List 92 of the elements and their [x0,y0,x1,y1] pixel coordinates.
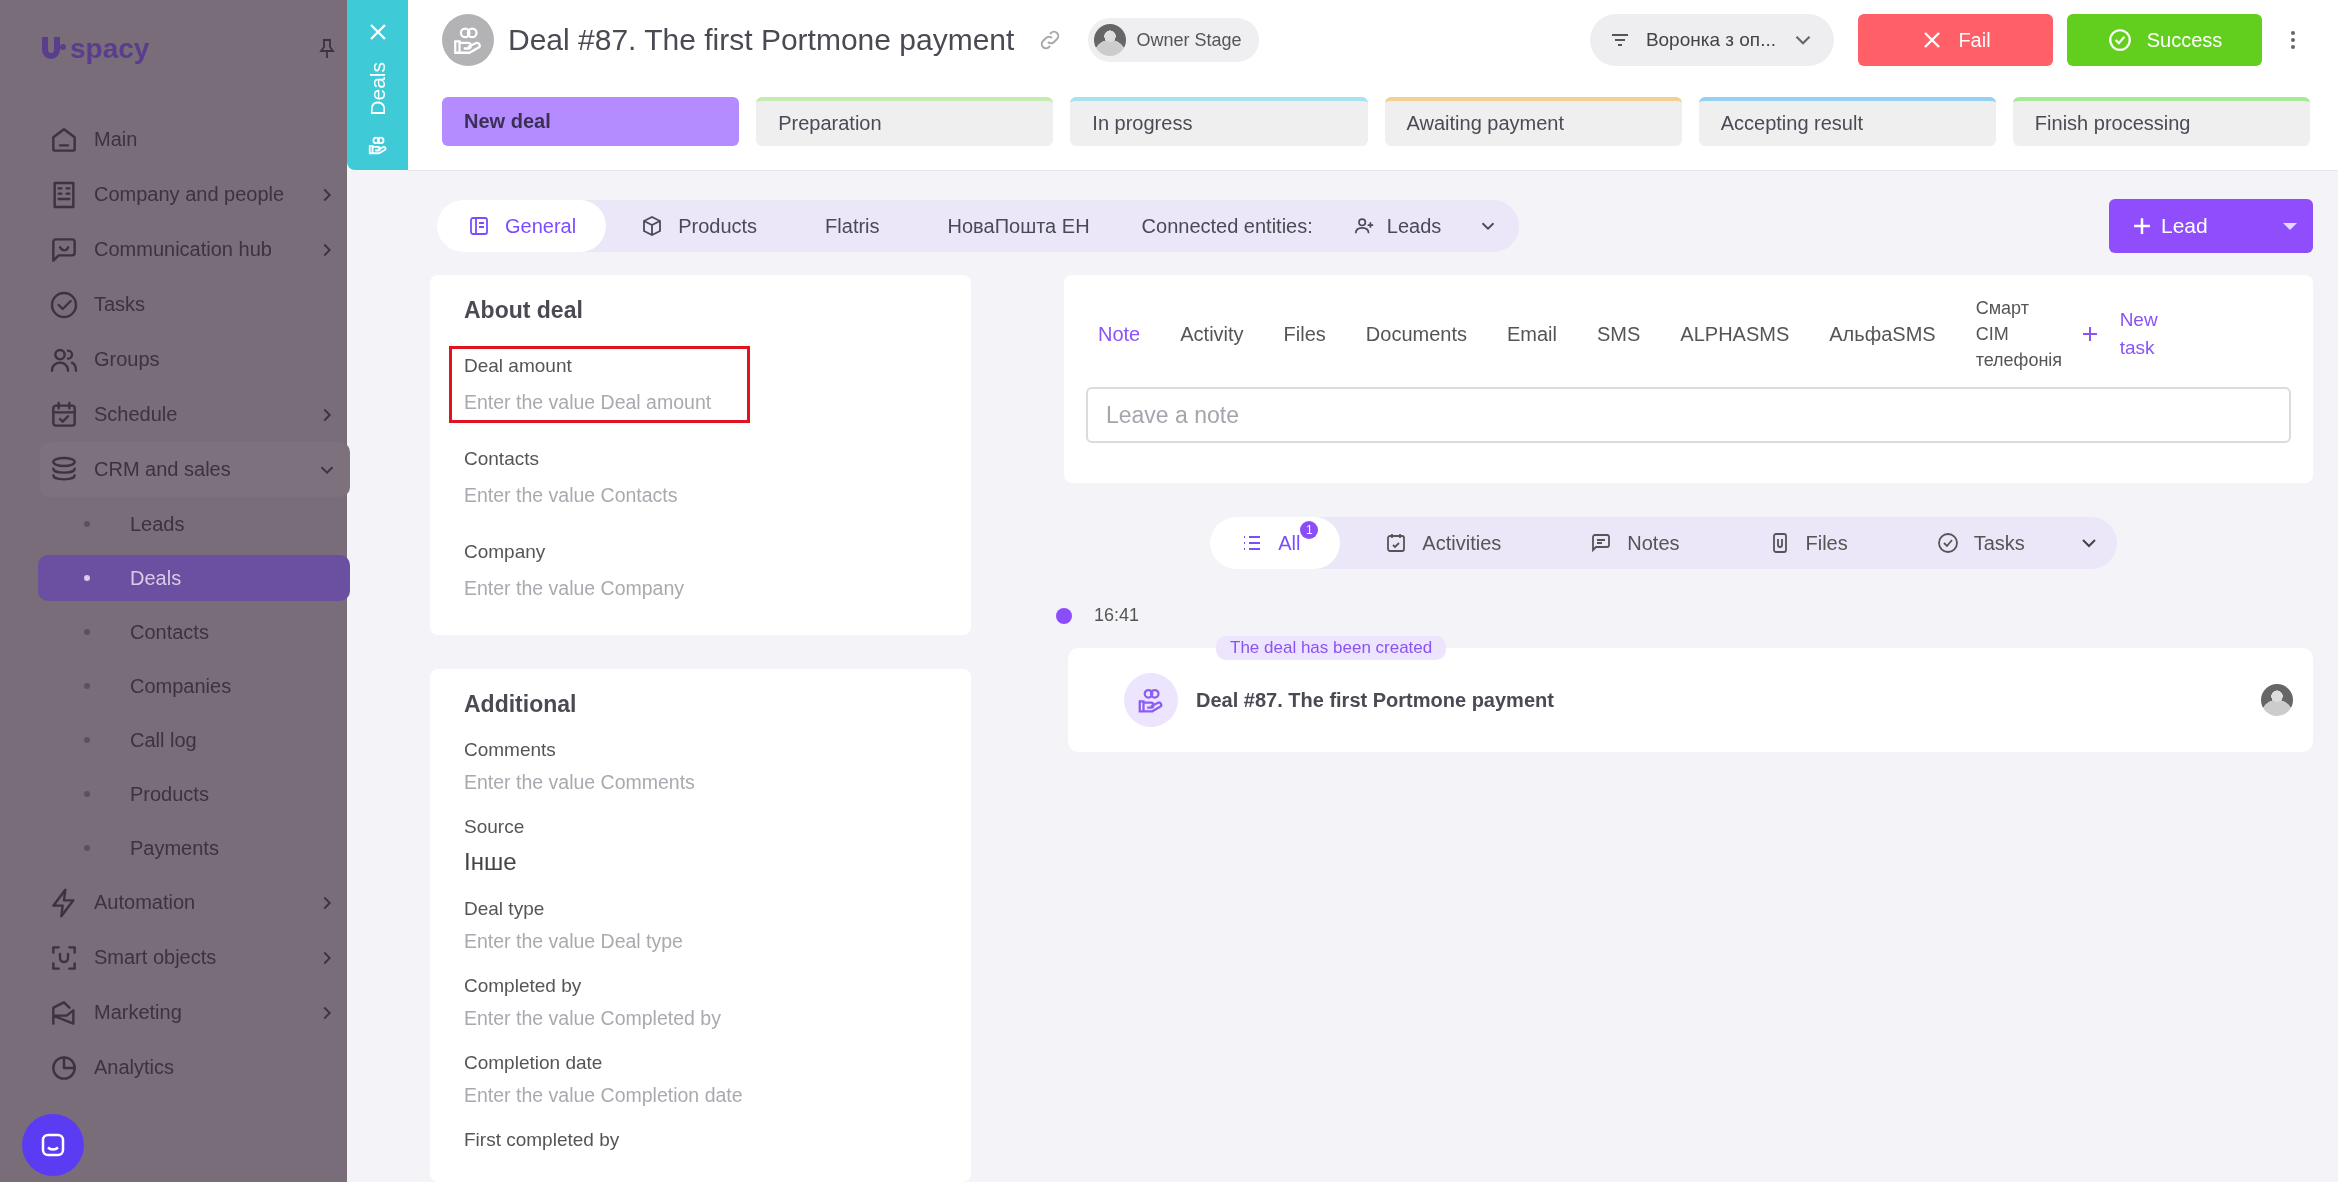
stage-tab[interactable]: Finish processing [2012,97,2311,146]
deal-title: Deal #87. The first Portmone payment [508,23,1015,57]
document-icon [467,214,491,238]
field-label: Company [464,541,547,563]
bullet-icon [84,575,90,581]
field[interactable]: Deal amount Enter the value Deal amount [449,346,751,423]
composer-tab[interactable]: Activity [1180,322,1244,346]
more-icon[interactable] [2290,28,2296,52]
composer-tab[interactable]: Email [1507,322,1557,346]
funnel-dropdown[interactable]: Воронка з оп... [1589,14,1834,66]
hand-coins-icon [1124,673,1178,727]
field-placeholder: Enter the value Contacts [464,484,678,507]
sidebar-item[interactable]: Automation [40,875,350,930]
connected-entities-label: Connected entities: [1141,214,1313,238]
avatar-icon [2261,684,2293,716]
sidebar-item[interactable]: Company and people [40,167,350,222]
sidebar-subitem[interactable]: Leads [38,501,350,547]
composer-tab[interactable]: Смарт CIM телефонія [1975,294,2066,374]
event-time: 16:41 [1094,605,1140,626]
caret-icon [2283,222,2297,230]
hand-coins-icon [366,134,389,156]
composer-tab[interactable]: SMS [1597,322,1641,346]
sidebar-item[interactable]: Main [40,112,350,167]
bullet-icon [84,737,90,743]
composer-tab[interactable]: ALPHASMS [1680,322,1790,346]
section-title: About deal [464,297,584,324]
field-label: Completion date [464,1052,604,1074]
composer-tab[interactable]: АльфаSMS [1829,322,1936,346]
add-lead-button[interactable]: Lead [2109,199,2313,253]
composer-tab[interactable]: Note [1098,322,1141,346]
field-placeholder: Enter the value Deal amount [464,391,712,414]
sidebar-subitem[interactable]: Deals [38,555,350,601]
sidebar-item[interactable]: CRM and sales [40,442,350,497]
tab[interactable]: НоваПошта ЕН [913,200,1124,252]
sidebar-subitem[interactable]: Contacts [38,609,350,655]
count-badge: 1 [1300,521,1319,539]
note-input[interactable]: Leave a note [1086,387,2291,443]
sidebar-subitem[interactable]: Companies [38,663,350,709]
sidebar-item[interactable]: Schedule [40,387,350,442]
sidebar-item[interactable]: Tasks [40,277,350,332]
sidebar-subitem[interactable]: Products [38,771,350,817]
bullet-icon [84,791,90,797]
stage-tab[interactable]: Accepting result [1698,97,1996,146]
event-badge: The deal has been created [1216,636,1447,660]
check-circle-icon [2106,27,2133,53]
stage-tab[interactable]: Preparation [756,97,1054,146]
fail-button[interactable]: Fail [1858,14,2053,66]
field-value[interactable]: Інше [464,848,525,876]
filter-tab[interactable]: Files [1723,517,1892,569]
section-title: Additional [464,691,578,718]
field-label: Deal amount [464,355,573,377]
sidebar-item[interactable]: Analytics [40,1040,350,1095]
sidebar-item[interactable]: Groups [40,332,350,387]
field-label: First completed by [464,1129,620,1151]
sidebar-item[interactable]: Marketing [40,985,350,1040]
filter-tab[interactable]: Notes [1545,517,1724,569]
field[interactable]: Company Enter the value Company [449,532,700,609]
timeline-dot [1056,607,1072,624]
sidebar-item[interactable]: Communication hub [40,222,350,277]
sidebar-item[interactable]: Smart objects [40,930,350,985]
field[interactable]: Contacts Enter the value Contacts [449,439,693,516]
stage-tab[interactable]: New deal [442,97,740,146]
field-label: Comments [464,739,557,761]
tab[interactable]: General [437,200,607,252]
field-label: Deal type [464,898,546,920]
stage-tab[interactable]: Awaiting payment [1384,97,1682,146]
bullet-icon [84,845,90,851]
field-label: Contacts [464,448,540,470]
plus-icon [2133,217,2151,235]
field-label: Source [464,816,525,838]
owner-chip[interactable]: Owner Stage [1088,18,1260,62]
avatar-icon [1094,24,1127,56]
composer-tab[interactable]: Files [1283,322,1326,346]
sidebar-subitem[interactable]: Call log [38,717,350,763]
new-task-link[interactable]: New task [2081,306,2166,362]
tab[interactable]: Flatris [791,200,914,252]
stage-tab[interactable]: In progress [1070,97,1368,146]
field-placeholder: Enter the value Company [464,577,685,600]
filter-tab[interactable]: Activities [1340,517,1546,569]
event-title[interactable]: Deal #87. The first Portmone payment [1196,688,1554,712]
plus-icon [2081,326,2098,342]
bullet-icon [84,683,90,689]
bullet-icon [84,629,90,635]
field-label: Completed by [464,975,583,997]
composer-tab[interactable]: Documents [1365,322,1467,346]
tab[interactable]: Products [606,200,792,252]
filter-tab[interactable]: Tasks [1891,517,2069,569]
filter-tab[interactable]: All 1 [1210,517,1341,569]
check-circle-icon [1935,531,1960,555]
bullet-icon [84,521,90,527]
leads-dropdown[interactable]: Leads [1352,214,1500,238]
sidebar-subitem[interactable]: Payments [38,825,350,871]
